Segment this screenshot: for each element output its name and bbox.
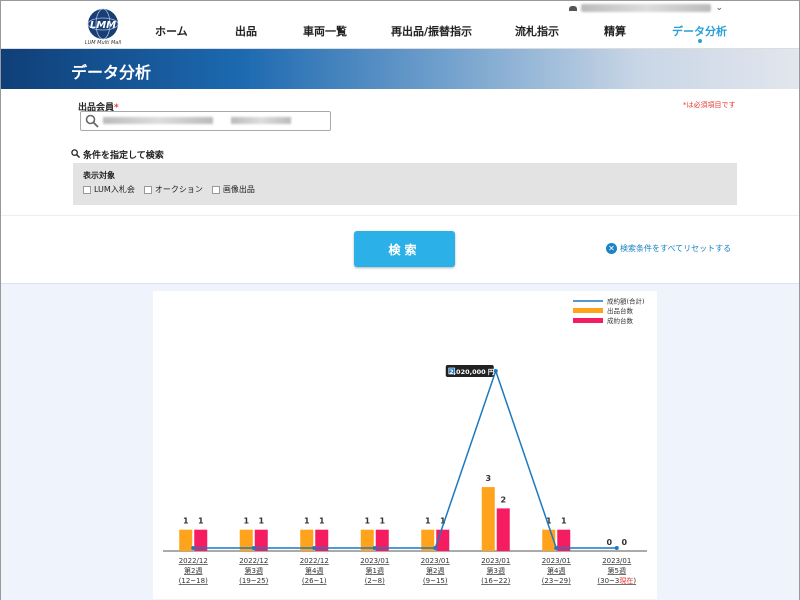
data-label-listed: 1 [425, 517, 431, 526]
condition-toggle-label: 条件を指定して検索 [83, 151, 164, 161]
x-tick-label: 第1週 [366, 566, 384, 575]
data-label-listed: 1 [183, 517, 189, 526]
x-tick-label: 2023/01 [602, 557, 631, 565]
x-tick-label: (30~3現在) [597, 576, 636, 585]
x-tick-label: 2023/01 [542, 557, 571, 565]
x-tick-label: (2~8) [365, 577, 386, 585]
data-label-listed: 3 [485, 474, 491, 483]
line-point [372, 546, 377, 550]
search-icon [85, 114, 99, 131]
search-button[interactable]: 検索 [354, 231, 455, 267]
nav-data-analysis[interactable]: データ分析 [672, 23, 727, 43]
bar-listed [179, 529, 193, 551]
legend-label: 出品台数 [607, 306, 634, 315]
line-point [554, 546, 559, 550]
line-series-amount [193, 368, 617, 549]
required-note: *は必須項目です [683, 101, 736, 109]
nav-unsold[interactable]: 流札指示 [515, 23, 559, 39]
chart-card: 1 1 2022/12 第2週 (12~18) 1 1 2022/12 第3週 (19~25) 1 1… [153, 291, 657, 599]
x-tick-label: 第3週 [245, 566, 263, 575]
x-tick-label: (12~18) [179, 577, 208, 585]
x-tick-label: 第5週 [608, 566, 626, 575]
data-label-listed: 1 [304, 517, 310, 526]
nav-settlement[interactable]: 精算 [604, 23, 626, 39]
page-banner: データ分析 [1, 49, 799, 89]
top-header: LMM LUM Multi Mall ⌄ ホーム 出品 車両一覧 再出品/振替指… [1, 1, 799, 49]
nav-vehicle-list[interactable]: 車両一覧 [303, 23, 347, 39]
weekly-sales-chart: 1 12022/12第2週(12~18)1 12022/12第3週(19~25)1 1… [163, 297, 647, 585]
data-label-sold: 1 [379, 517, 385, 526]
legend-swatch-sold [573, 318, 603, 323]
x-tick-label: (19~25) [239, 577, 268, 585]
checkbox[interactable] [211, 185, 220, 194]
logo-text: LMM [90, 20, 116, 31]
x-tick-label: (23~29) [542, 577, 571, 585]
nav-listing[interactable]: 出品 [235, 23, 257, 39]
x-tick-label: 第2週 [426, 566, 444, 575]
member-search-input[interactable] [80, 111, 331, 131]
x-tick-label: 2023/01 [421, 557, 450, 565]
data-label-sold: 1 [319, 517, 325, 526]
filter-title: 表示対象 [83, 171, 115, 180]
data-label-sold: 1 [561, 517, 567, 526]
legend-swatch-listed [573, 308, 603, 313]
x-tick-label: 2022/12 [179, 557, 208, 565]
member-value-redacted [103, 117, 213, 124]
page-title: データ分析 [71, 63, 152, 82]
legend-label: 成約額(合計) [607, 297, 645, 306]
x-tick-label: (26~1) [302, 577, 327, 585]
line-point [614, 546, 619, 550]
checkbox-image-listing[interactable]: 画像出品 [211, 184, 255, 195]
chevron-down-icon: ⌄ [715, 3, 723, 13]
logo-subtitle: LUM Multi Mall [84, 40, 122, 46]
x-tick-label: 2022/12 [239, 557, 268, 565]
checkbox-auction[interactable]: オークション [143, 184, 203, 195]
x-tick-label: 第2週 [184, 566, 202, 575]
user-name-redacted [581, 4, 712, 12]
reset-link-label: 検索条件をすべてリセットする [620, 244, 732, 253]
checkbox[interactable] [83, 185, 91, 194]
magnifier-icon [71, 148, 81, 161]
filter-panel: 表示対象 LUM入札会 オークション 画像出品 [73, 163, 737, 205]
data-label-sold: 1 [258, 517, 264, 526]
nav-home[interactable]: ホーム [155, 23, 188, 39]
legend-label: 成約台数 [607, 316, 634, 325]
x-tick-label: 第3週 [487, 566, 505, 575]
x-tick-label: (16~22) [481, 577, 510, 585]
reset-conditions-link[interactable]: ✕ 検索条件をすべてリセットする [606, 243, 731, 254]
x-tick-label: 2023/01 [481, 557, 510, 565]
x-tick-label: 2023/01 [360, 557, 389, 565]
bar-listed [481, 487, 495, 551]
bar-sold [496, 508, 510, 551]
close-circle-icon: ✕ [606, 243, 617, 254]
nav-relist[interactable]: 再出品/振替指示 [391, 23, 472, 39]
data-label-sold: 2 [500, 495, 506, 504]
divider [1, 215, 799, 216]
checkbox[interactable] [143, 185, 152, 194]
x-tick-label: 第4週 [305, 566, 323, 575]
data-label-sold: 1 [198, 517, 204, 526]
line-point [251, 546, 256, 550]
data-label-listed: 0 [606, 538, 612, 547]
data-label-sold: 0 [621, 538, 627, 547]
member-value-redacted [231, 117, 291, 124]
x-tick-label: 第4週 [547, 566, 565, 575]
condition-search-toggle[interactable]: 条件を指定して検索 [71, 148, 164, 161]
user-icon [569, 5, 578, 11]
active-indicator [697, 39, 702, 43]
data-label-listed: 1 [243, 517, 249, 526]
data-label-listed: 1 [364, 517, 370, 526]
checkbox-lum-auction[interactable]: LUM入札会 [83, 184, 135, 195]
line-point [312, 546, 317, 550]
x-tick-label: (9~15) [423, 577, 448, 585]
tooltip-text: 2,020,000 円 [449, 368, 495, 376]
user-menu[interactable]: ⌄ [569, 3, 723, 13]
line-point [433, 546, 438, 550]
x-tick-label: 2022/12 [300, 557, 329, 565]
line-point [191, 546, 196, 550]
